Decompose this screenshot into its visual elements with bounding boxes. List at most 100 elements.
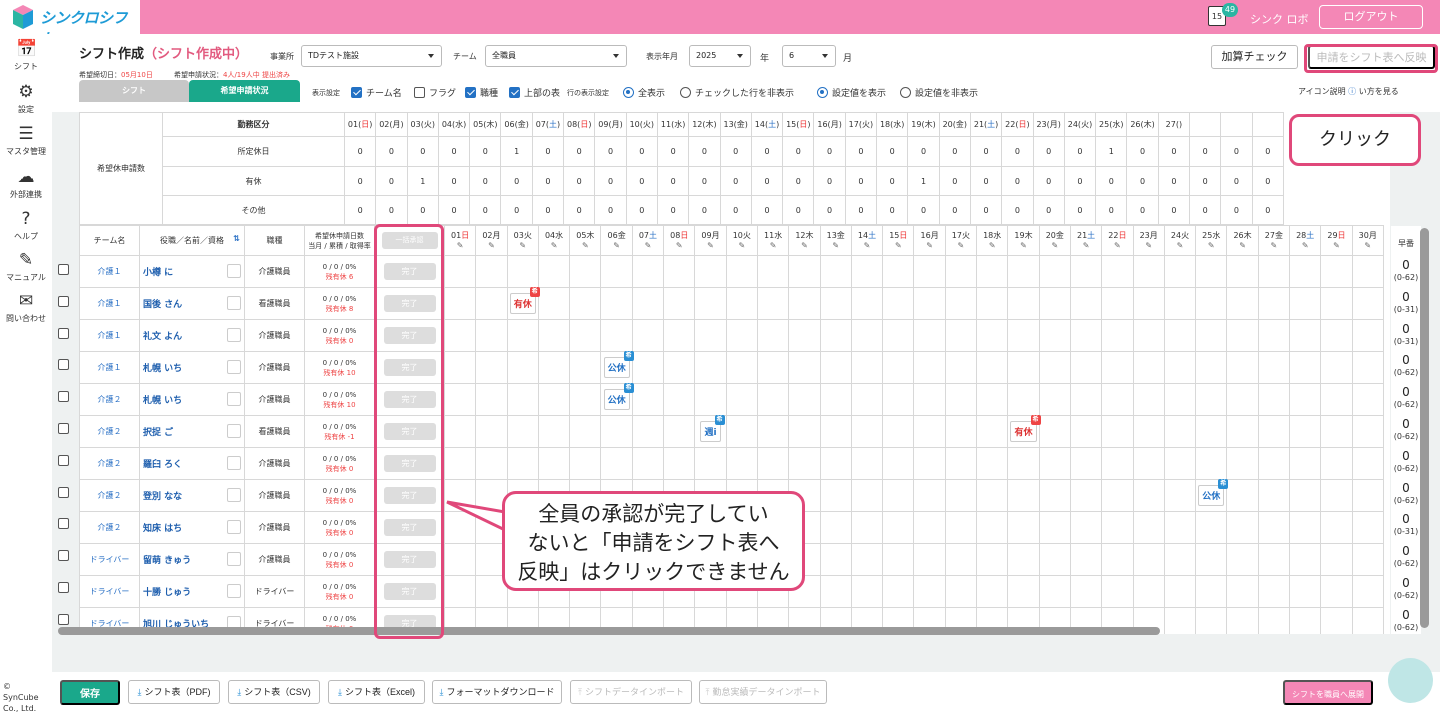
day-header-cell[interactable]: 22日 ✎: [1101, 225, 1134, 256]
row-checkbox[interactable]: [58, 264, 69, 275]
shift-cell[interactable]: 公休 希: [600, 351, 634, 384]
day-header-cell[interactable]: 28土 ✎: [1289, 225, 1322, 256]
shift-cell[interactable]: [1226, 447, 1259, 480]
pencil-icon[interactable]: ✎: [1196, 241, 1226, 251]
shift-cell[interactable]: [1351, 287, 1384, 320]
request-chip[interactable]: 週i 希: [700, 415, 725, 442]
shift-cell[interactable]: [1101, 351, 1134, 384]
shift-cell[interactable]: [1195, 543, 1228, 576]
shift-cell[interactable]: [1069, 447, 1103, 480]
shift-cell[interactable]: [1163, 447, 1197, 480]
shift-cell[interactable]: [537, 255, 571, 288]
pencil-icon[interactable]: ✎: [883, 241, 913, 251]
shift-cell[interactable]: [1289, 319, 1322, 352]
shift-cell[interactable]: [756, 383, 790, 416]
pencil-icon[interactable]: ✎: [1290, 241, 1320, 251]
shift-cell[interactable]: [850, 415, 884, 448]
shift-cell[interactable]: [1069, 543, 1103, 576]
shift-cell[interactable]: [1163, 255, 1197, 288]
day-header-cell[interactable]: 04水 ✎: [537, 225, 571, 256]
nav-shift[interactable]: 📅 シフト: [0, 39, 52, 72]
employee-name[interactable]: 礼文 よん: [143, 332, 182, 342]
vertical-scrollbar[interactable]: [1420, 228, 1429, 628]
nav-contact[interactable]: ✉ 問い合わせ: [0, 291, 52, 324]
name-cell[interactable]: 羅臼 ろく: [139, 447, 245, 480]
shift-cell[interactable]: [1038, 543, 1071, 576]
shift-cell[interactable]: [1038, 383, 1071, 416]
shift-cell[interactable]: [1101, 255, 1134, 288]
logout-button[interactable]: ログアウト: [1319, 5, 1423, 29]
flag-checkbox[interactable]: フラグ: [414, 86, 456, 99]
row-checkbox[interactable]: [58, 359, 69, 371]
chevron-down-icon[interactable]: [227, 584, 241, 598]
shift-cell[interactable]: [1320, 607, 1353, 634]
addition-check-button[interactable]: 加算チェック: [1211, 45, 1298, 69]
shift-cell[interactable]: [913, 543, 946, 576]
pencil-icon[interactable]: ✎: [1259, 241, 1289, 251]
radio-unselected[interactable]: [900, 87, 911, 98]
shift-cell[interactable]: [756, 351, 790, 384]
user-name[interactable]: シンク ロボ: [1250, 11, 1309, 27]
employee-name[interactable]: 国後 さん: [143, 300, 182, 310]
day-header-cell[interactable]: 21土 ✎: [1069, 225, 1103, 256]
top-table-checkbox[interactable]: 上部の表: [509, 86, 560, 99]
row-checkbox[interactable]: [58, 327, 69, 339]
row-checkbox[interactable]: [58, 295, 69, 307]
shift-cell[interactable]: [850, 255, 884, 288]
deploy-to-staff-button[interactable]: シフトを職員へ展開: [1283, 680, 1373, 705]
shift-cell[interactable]: [1226, 287, 1259, 320]
shift-cell[interactable]: [1132, 319, 1165, 352]
day-header-cell[interactable]: 13金 ✎: [819, 225, 852, 256]
day-header-cell[interactable]: 18水 ✎: [976, 225, 1009, 256]
employee-name[interactable]: 十勝 じゅう: [143, 588, 191, 598]
shift-cell[interactable]: [1257, 511, 1291, 544]
excel-button[interactable]: ⤓ シフト表（Excel): [328, 680, 425, 704]
shift-cell[interactable]: [443, 383, 477, 416]
shift-cell[interactable]: [850, 511, 884, 544]
shift-cell[interactable]: [1132, 543, 1165, 576]
shift-cell[interactable]: [1101, 415, 1134, 448]
day-header-cell[interactable]: 02月 ✎: [475, 225, 508, 256]
name-cell[interactable]: 札幌 いち: [139, 383, 245, 416]
shift-cell[interactable]: [1038, 447, 1071, 480]
shift-cell[interactable]: [819, 319, 852, 352]
shift-cell[interactable]: [506, 319, 539, 352]
shift-cell[interactable]: [694, 447, 727, 480]
employee-name[interactable]: 羅臼 ろく: [143, 460, 182, 470]
nav-master[interactable]: ☰ マスタ管理: [0, 124, 52, 157]
shift-cell[interactable]: [1320, 575, 1353, 608]
shift-cell[interactable]: 週i 希: [694, 415, 727, 448]
shift-cell[interactable]: [913, 383, 946, 416]
shift-cell[interactable]: [1038, 479, 1071, 512]
shift-cell[interactable]: [569, 255, 602, 288]
shift-cell[interactable]: [1069, 479, 1103, 512]
pencil-icon[interactable]: ✎: [758, 241, 788, 251]
shift-cell[interactable]: [976, 511, 1009, 544]
shift-cell[interactable]: [1226, 319, 1259, 352]
shift-cell[interactable]: [443, 319, 477, 352]
shift-cell[interactable]: [1351, 447, 1384, 480]
shift-cell[interactable]: [850, 575, 884, 608]
day-header-cell[interactable]: 19木 ✎: [1007, 225, 1040, 256]
shift-cell[interactable]: [1257, 447, 1291, 480]
shift-cell[interactable]: [1069, 255, 1103, 288]
nav-manual[interactable]: ✎ マニュアル: [0, 250, 52, 283]
shift-cell[interactable]: [694, 255, 727, 288]
shift-cell[interactable]: [1226, 575, 1259, 608]
shift-cell[interactable]: [1320, 287, 1353, 320]
shift-cell[interactable]: [1069, 351, 1103, 384]
shift-cell[interactable]: [663, 415, 696, 448]
shift-cell[interactable]: [850, 287, 884, 320]
employee-name[interactable]: 札幌 いち: [143, 396, 182, 406]
pencil-icon[interactable]: ✎: [1102, 241, 1132, 251]
shift-cell[interactable]: [913, 319, 946, 352]
pdf-button[interactable]: ⤓ シフト表（PDF): [128, 680, 220, 704]
team-name-checkbox[interactable]: チーム名: [351, 86, 402, 99]
request-chip[interactable]: 有休 希: [1010, 415, 1041, 442]
shift-cell[interactable]: [1320, 543, 1353, 576]
shift-cell[interactable]: [819, 287, 852, 320]
pencil-icon[interactable]: ✎: [852, 241, 882, 251]
name-cell[interactable]: 札幌 いち: [139, 351, 245, 384]
shift-cell[interactable]: [913, 511, 946, 544]
checkbox-checked[interactable]: [509, 87, 520, 98]
